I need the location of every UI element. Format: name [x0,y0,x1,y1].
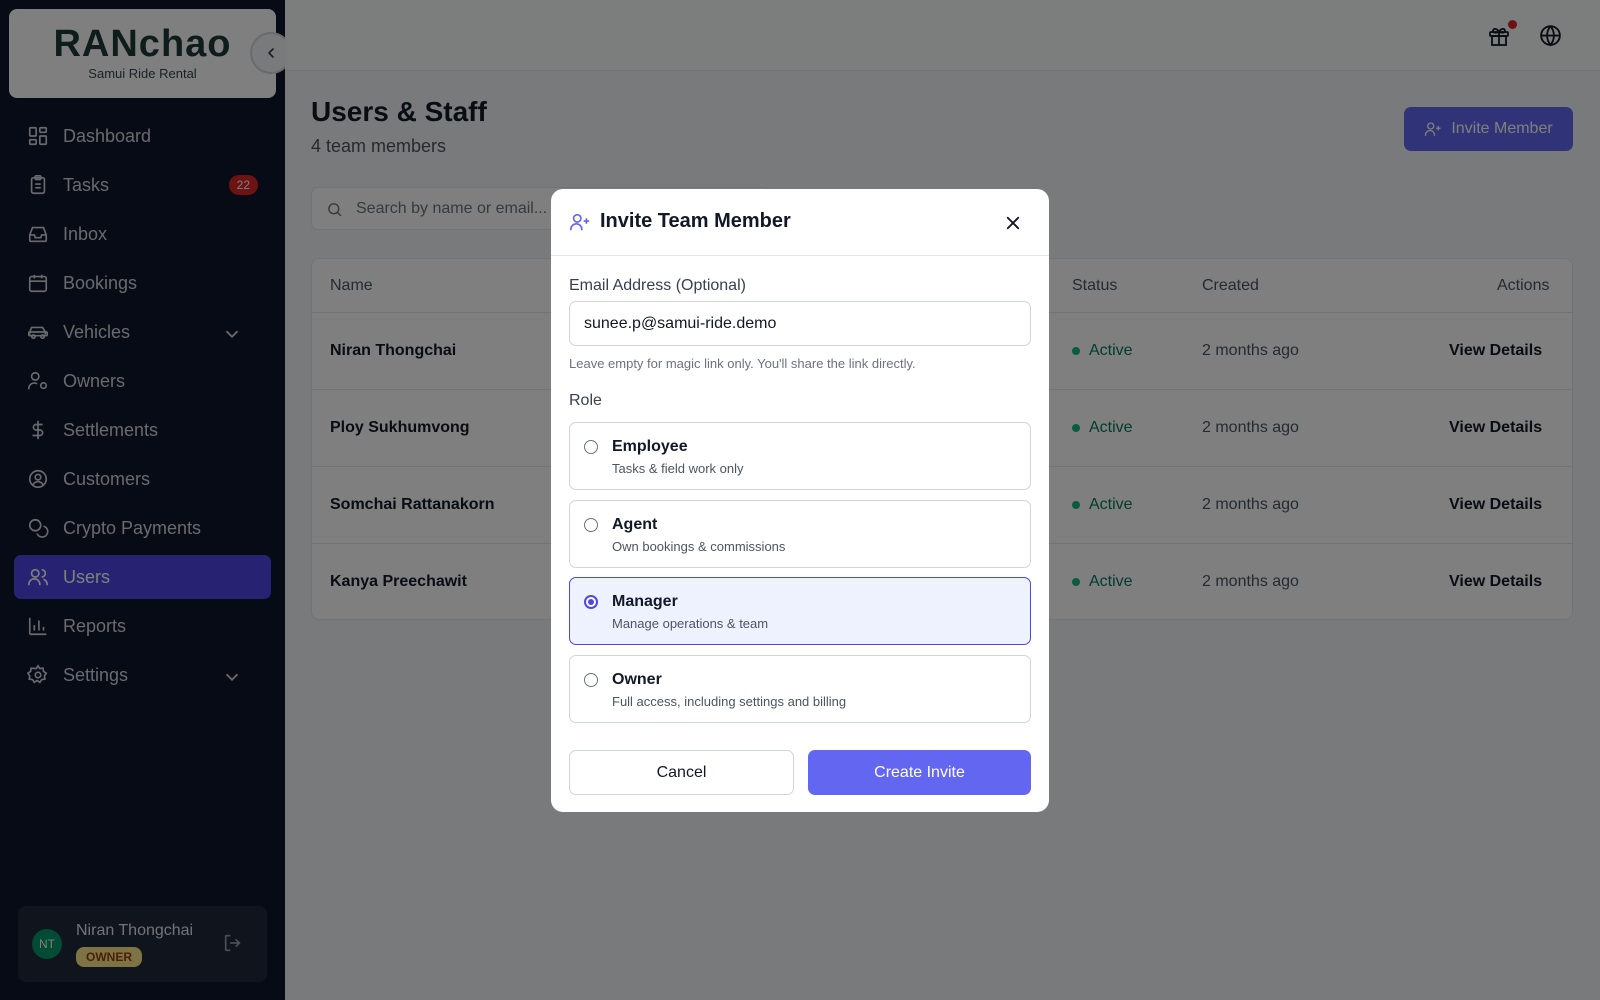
user-plus-icon [570,213,590,231]
radio-agent[interactable] [584,518,598,532]
email-hint: Leave empty for magic link only. You'll … [569,356,916,371]
role-name: Manager [612,593,678,610]
role-option-employee[interactable]: Employee Tasks & field work only [569,422,1031,490]
role-description: Manage operations & team [612,616,769,631]
role-label: Role [569,392,602,409]
dialog-header: Invite Team Member [551,189,1049,256]
role-option-manager[interactable]: Manager Manage operations & team [569,577,1031,645]
create-invite-button[interactable]: Create Invite [808,750,1031,795]
role-name: Employee [612,438,688,455]
role-option-owner[interactable]: Owner Full access, including settings an… [569,655,1031,723]
radio-manager[interactable] [584,595,598,609]
role-description: Full access, including settings and bill… [612,694,847,709]
role-name: Owner [612,671,662,688]
dialog-title: Invite Team Member [600,210,791,232]
invite-team-member-dialog: Invite Team Member Email Address (Option… [551,189,1049,812]
radio-owner[interactable] [584,673,598,687]
role-description: Own bookings & commissions [612,539,786,554]
close-icon[interactable] [1004,214,1022,232]
role-description: Tasks & field work only [612,461,744,476]
cancel-button[interactable]: Cancel [569,750,794,795]
role-option-agent[interactable]: Agent Own bookings & commissions [569,500,1031,568]
radio-employee[interactable] [584,440,598,454]
email-field[interactable] [569,301,1031,346]
role-name: Agent [612,516,658,533]
email-label: Email Address (Optional) [569,277,746,294]
